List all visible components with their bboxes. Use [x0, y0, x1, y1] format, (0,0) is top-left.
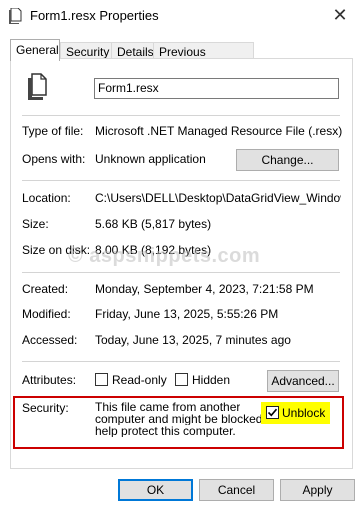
security-text-line-2: computer and might be blocked to	[95, 413, 276, 425]
cancel-button[interactable]: Cancel	[199, 479, 274, 501]
file-name-field[interactable]: Form1.resx	[94, 78, 339, 99]
location-label: Location:	[22, 191, 71, 205]
apply-button[interactable]: Apply	[280, 479, 355, 501]
tab-details-label: Details	[117, 45, 154, 59]
attributes-label: Attributes:	[22, 373, 77, 387]
type-of-file-value: Microsoft .NET Managed Resource File (.r…	[95, 124, 343, 138]
advanced-button[interactable]: Advanced...	[267, 370, 339, 392]
size-value: 5.68 KB (5,817 bytes)	[95, 217, 212, 231]
hidden-label: Hidden	[192, 373, 231, 387]
modified-label: Modified:	[22, 307, 71, 321]
change-button[interactable]: Change...	[236, 149, 339, 171]
window-title: Form1.resx Properties	[30, 8, 159, 23]
accessed-value: Today, June 13, 2025, 7 minutes ago	[95, 333, 291, 347]
unblock-label: Unblock	[282, 406, 326, 420]
checkmark-icon	[267, 408, 278, 417]
type-of-file-label: Type of file:	[22, 124, 84, 138]
separator	[22, 272, 340, 273]
security-label: Security:	[22, 401, 69, 415]
hidden-checkbox[interactable]	[175, 373, 188, 386]
location-value: C:\Users\DELL\Desktop\DataGridView_Windo…	[95, 191, 341, 205]
tab-security-label: Security	[66, 45, 110, 59]
title-bar: Form1.resx Properties ✕	[0, 0, 363, 31]
created-value: Monday, September 4, 2023, 7:21:58 PM	[95, 282, 314, 296]
accessed-label: Accessed:	[22, 333, 78, 347]
separator	[22, 115, 340, 116]
ok-button[interactable]: OK	[118, 479, 193, 501]
opens-with-label: Opens with:	[22, 152, 86, 166]
tab-general[interactable]: General	[10, 39, 60, 61]
size-label: Size:	[22, 217, 49, 231]
separator	[22, 361, 340, 362]
readonly-label: Read-only	[112, 373, 167, 387]
close-button[interactable]: ✕	[326, 4, 354, 26]
close-icon: ✕	[332, 5, 348, 25]
file-icon	[9, 8, 22, 24]
watermark: © aspsnippets.com	[68, 245, 261, 267]
created-label: Created:	[22, 282, 69, 296]
modified-value: Friday, June 13, 2025, 5:55:26 PM	[95, 307, 279, 321]
security-text-line-3: help protect this computer.	[95, 425, 236, 437]
separator	[22, 180, 340, 181]
readonly-checkbox[interactable]	[95, 373, 108, 386]
security-text-line-1: This file came from another	[95, 401, 241, 413]
tab-general-label: General	[16, 43, 59, 57]
unblock-checkbox[interactable]	[266, 406, 279, 419]
document-icon	[28, 73, 47, 100]
opens-with-value: Unknown application	[95, 152, 206, 166]
